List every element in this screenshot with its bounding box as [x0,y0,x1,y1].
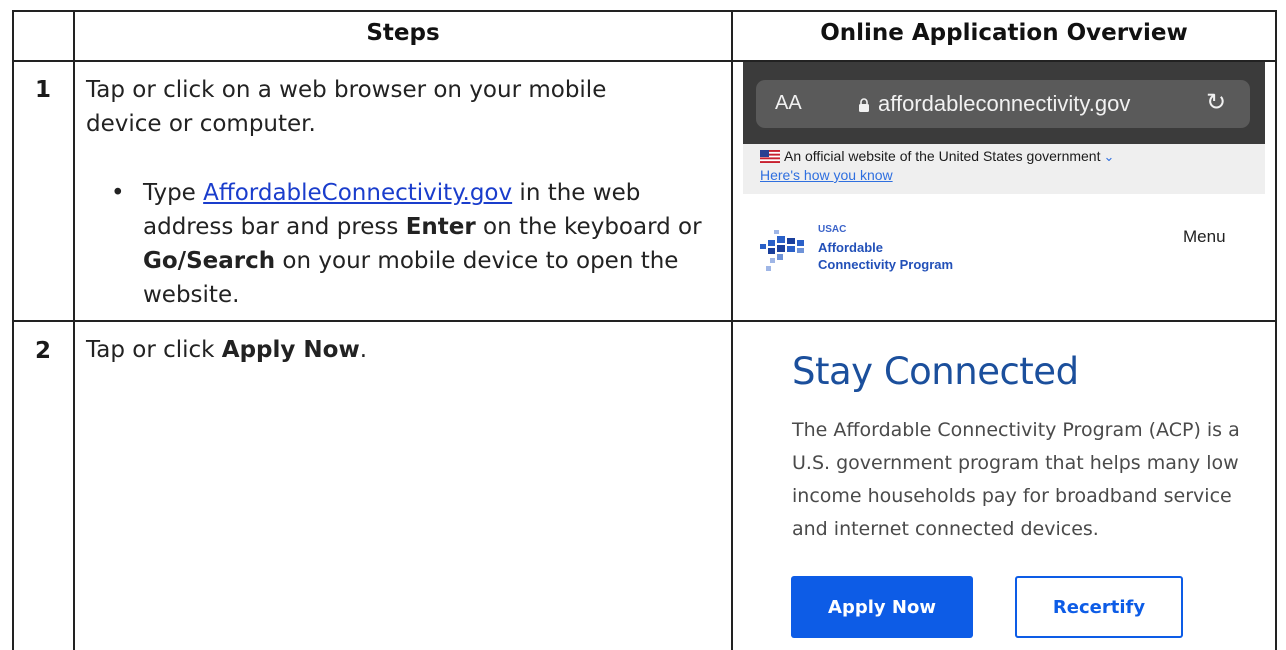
step-2-prefix: Tap or click [86,337,222,363]
how-you-know-link[interactable]: Here's how you know [760,167,893,183]
menu-button[interactable]: Menu [1183,227,1226,247]
affordable-connectivity-link[interactable]: AffordableConnectivity.gov [203,180,512,206]
step-2-text: Tap or click Apply Now. [86,333,686,367]
header-overview: Online Application Overview [820,20,1188,46]
table-border-col1 [73,10,75,650]
step-1-bullet: • Type AffordableConnectivity.gov in the… [111,176,723,312]
logo-line1: Affordable [818,240,883,255]
bullet-dot: • [111,180,125,206]
gov-banner-text: An official website of the United States… [784,148,1114,165]
gov-banner-label: An official website of the United States… [784,148,1101,164]
apply-now-button[interactable]: Apply Now [791,576,973,638]
chevron-down-icon[interactable]: ⌄ [1103,149,1114,164]
table-border-top [12,10,1277,12]
logo-line2: Connectivity Program [818,257,954,272]
recertify-button[interactable]: Recertify [1015,576,1183,638]
us-flag-icon [760,150,780,163]
table-border-row1 [12,320,1277,322]
reload-icon[interactable]: ↻ [1206,88,1226,117]
step-2-suffix: . [359,337,368,363]
table-border-left [12,10,14,650]
bullet-mid2: on the keyboard or [475,214,702,240]
table-border-col2 [731,10,733,650]
step-number-2: 2 [35,338,52,364]
bullet-prefix: Type [143,180,204,206]
hero-paragraph: The Affordable Connectivity Program (ACP… [792,419,1240,540]
step-2-bold: Apply Now [221,337,360,363]
logo-usac-text: USAC [818,224,847,235]
step-number-1: 1 [35,77,52,103]
text-size-button[interactable]: AA [775,92,802,115]
acp-logo-icon[interactable] [760,226,812,278]
enter-key-text: Enter [405,214,476,240]
hero-title: Stay Connected [792,350,1079,393]
step-1-intro: Tap or click on a web browser on your mo… [86,77,607,137]
header-steps: Steps [366,20,440,46]
table-border-right [1275,10,1277,650]
url-display[interactable]: affordableconnectivity.gov [858,91,1130,117]
go-search-text: Go/Search [143,248,276,274]
url-text: affordableconnectivity.gov [878,91,1131,116]
lock-icon [859,98,869,112]
